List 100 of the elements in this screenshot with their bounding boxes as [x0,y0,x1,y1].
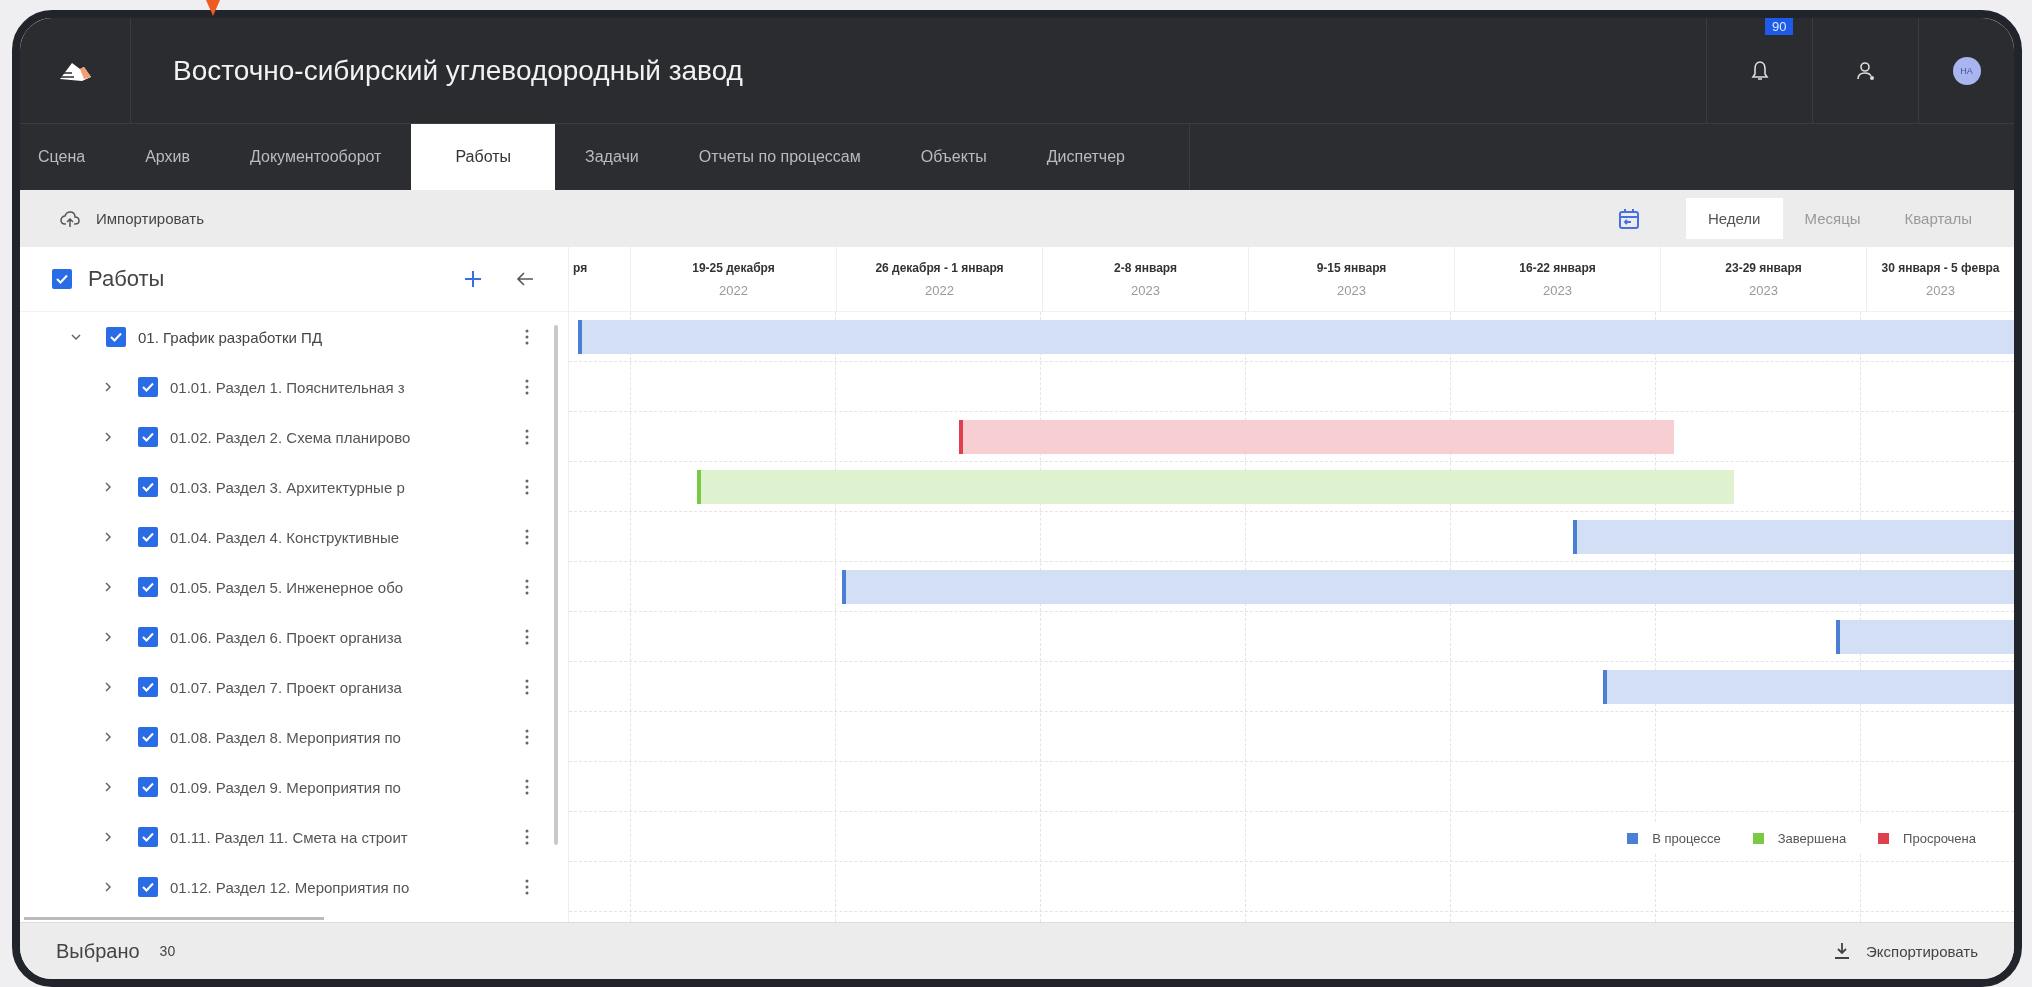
bell-icon[interactable] [1750,59,1769,82]
nav-tab[interactable]: Работы [411,124,555,190]
year-label: 2023 [1926,282,1955,298]
view-option[interactable]: Недели [1685,198,1783,239]
add-icon[interactable] [464,270,482,288]
pointer-icon [204,0,222,18]
scrollbar[interactable] [24,917,324,920]
tree-item-label[interactable]: 01.12. Раздел 12. Мероприятия по [170,878,410,896]
year-label: 2022 [719,282,748,298]
tree-item-label[interactable]: 01.05. Раздел 5. Инженерное обо [170,578,404,596]
checkbox[interactable] [138,827,158,847]
checkmark-icon [142,732,154,742]
chevron-icon[interactable] [102,481,114,493]
checkmark-icon [142,382,154,392]
panel-title: Работы [88,266,165,292]
more-icon[interactable] [525,579,529,595]
tree-item-label[interactable]: 01.11. Раздел 11. Смета на строит [170,828,408,846]
nav-tab[interactable]: Диспетчер [1016,124,1155,190]
checkbox[interactable] [52,269,72,289]
week-label: 16-22 января [1519,260,1596,275]
export-button[interactable]: Экспортировать [1834,942,1978,960]
chevron-icon[interactable] [102,431,114,443]
checkbox[interactable] [138,377,158,397]
checkbox[interactable] [138,427,158,447]
more-icon[interactable] [525,329,529,345]
chevron-icon[interactable] [102,381,114,393]
more-icon[interactable] [525,829,529,845]
chevron-icon[interactable] [102,581,114,593]
checkmark-icon [142,832,154,842]
import-button[interactable]: Импортировать [60,209,204,228]
more-icon[interactable] [525,779,529,795]
more-icon[interactable] [525,429,529,445]
more-icon[interactable] [525,379,529,395]
chevron-icon[interactable] [102,681,114,693]
nav-tab[interactable]: Архив [115,124,220,190]
scrollbar[interactable] [554,325,558,845]
chevron-icon[interactable] [102,881,114,893]
nav-tab[interactable]: Задачи [555,124,669,190]
nav-tab[interactable]: Отчеты по процессам [668,124,891,190]
checkmark-icon [142,682,154,692]
more-icon[interactable] [525,879,529,895]
checkbox[interactable] [138,577,158,597]
checkmark-icon [142,482,154,492]
week-label: 30 января - 5 февра [1881,260,2000,275]
checkmark-icon [142,782,154,792]
tree-item-label[interactable]: 01.09. Раздел 9. Мероприятия по [170,778,401,796]
checkbox[interactable] [106,327,126,347]
year-label: 2023 [1749,282,1778,298]
user-avatar[interactable]: НА [1952,56,1981,85]
tree-item-label[interactable]: 01.04. Раздел 4. Конструктивные [170,528,400,546]
checkmark-icon [142,532,154,542]
checkmark-icon [56,274,68,284]
week-label: 19-25 декабря [692,260,775,275]
gantt-bar[interactable] [1836,620,2014,654]
year-label: 2023 [1131,282,1160,298]
checkbox[interactable] [138,677,158,697]
year-label: 2023 [1337,282,1366,298]
tree-item-label[interactable]: 01.03. Раздел 3. Архитектурные р [170,478,405,496]
user-icon[interactable] [1854,59,1877,82]
tree-item-label[interactable]: 01.06. Раздел 6. Проект организа [170,628,402,646]
checkbox[interactable] [138,727,158,747]
selected-count: 30 [159,943,176,959]
selected-label: Выбрано [56,939,140,963]
calendar-icon[interactable] [1616,206,1641,231]
tree-item-label[interactable]: 01.08. Раздел 8. Мероприятия по [170,728,401,746]
checkbox[interactable] [138,627,158,647]
checkmark-icon [142,882,154,892]
checkbox[interactable] [138,877,158,897]
tree-item-label[interactable]: 01.07. Раздел 7. Проект организа [170,678,402,696]
week-label: 26 декабря - 1 января [875,260,1004,275]
chevron-icon[interactable] [102,831,114,843]
chevron-icon[interactable] [70,331,82,343]
tree-item-label[interactable]: 01.02. Раздел 2. Схема планирово [170,428,411,446]
app-title: Восточно-сибирский углеводородный завод [173,54,744,87]
tree-item-label[interactable]: 01.01. Раздел 1. Пояснительная з [170,378,405,396]
checkmark-icon [142,432,154,442]
nav-tab[interactable]: Документооборот [220,124,412,190]
nav-tab[interactable]: Объекты [890,124,1017,190]
more-icon[interactable] [525,679,529,695]
nav-tab[interactable]: Сцена [20,124,116,190]
more-icon[interactable] [525,529,529,545]
checkbox[interactable] [138,477,158,497]
week-label: 23-29 января [1725,260,1802,275]
chevron-icon[interactable] [102,731,114,743]
chevron-icon[interactable] [102,631,114,643]
more-icon[interactable] [525,729,529,745]
chevron-icon[interactable] [102,531,114,543]
checkbox[interactable] [138,527,158,547]
legend-label: Завершена [1777,831,1847,846]
more-icon[interactable] [525,479,529,495]
legend-label: В процессе [1652,831,1721,846]
chevron-icon[interactable] [102,781,114,793]
checkbox[interactable] [138,777,158,797]
checkmark-icon [142,582,154,592]
more-icon[interactable] [525,629,529,645]
arrow-left-icon[interactable] [516,271,534,287]
download-icon [1834,942,1851,960]
tree-item-label[interactable]: 01. График разработки ПД [138,328,323,346]
year-label: 2023 [1543,282,1572,298]
year-label: 2022 [925,282,954,298]
